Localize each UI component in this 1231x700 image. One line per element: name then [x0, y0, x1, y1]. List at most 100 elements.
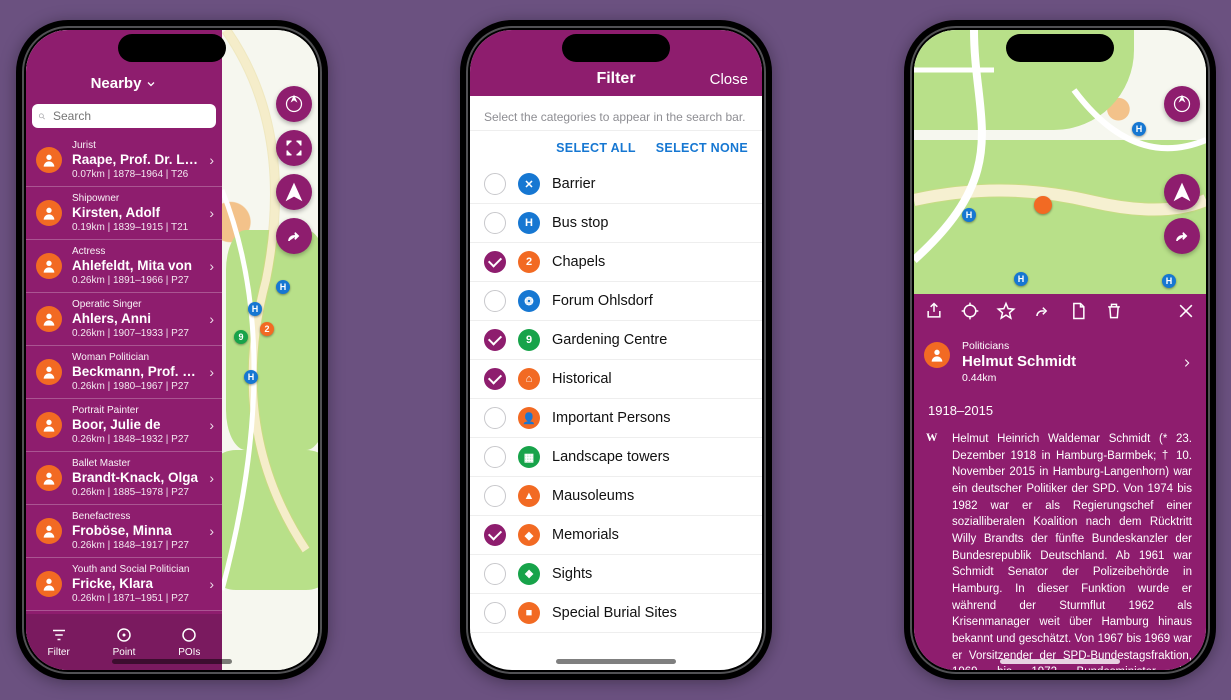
checkbox[interactable]	[484, 485, 506, 507]
item-name: Raape, Prof. Dr. Leo	[72, 152, 200, 167]
person-icon	[36, 200, 62, 226]
category-row[interactable]: ◆Memorials	[470, 516, 762, 555]
checkbox[interactable]	[484, 368, 506, 390]
detail-category: Politicians	[962, 340, 1180, 352]
item-meta: 0.26km | 1980–1967 | P27	[72, 381, 200, 392]
checkbox[interactable]	[484, 251, 506, 273]
list-item[interactable]: JuristRaape, Prof. Dr. Leo0.07km | 1878–…	[26, 134, 222, 187]
document-button[interactable]	[1068, 301, 1088, 326]
detail-bio: Helmut Heinrich Waldemar Schmidt (* 23. …	[952, 431, 1192, 670]
item-meta: 0.19km | 1839–1915 | T21	[72, 222, 200, 233]
category-label: Gardening Centre	[552, 332, 667, 348]
category-label: Sights	[552, 566, 592, 582]
close-detail-button[interactable]	[1176, 301, 1196, 326]
nearby-dropdown[interactable]: Nearby	[91, 75, 158, 92]
detail-distance: 0.44km	[962, 372, 1180, 384]
detail-map[interactable]: H H H H 9	[914, 30, 1206, 294]
checkbox[interactable]	[484, 329, 506, 351]
list-item[interactable]: Woman PoliticianBeckmann, Prof. E…0.26km…	[26, 346, 222, 399]
item-name: Kirsten, Adolf	[72, 205, 200, 220]
checkbox[interactable]	[484, 407, 506, 429]
checkbox[interactable]	[484, 212, 506, 234]
category-row[interactable]: ▦Landscape towers	[470, 438, 762, 477]
item-category: Jurist	[72, 140, 200, 151]
category-label: Bus stop	[552, 215, 608, 231]
list-item[interactable]: BenefactressFroböse, Minna0.26km | 1848–…	[26, 505, 222, 558]
pois-icon	[180, 626, 198, 644]
category-row[interactable]: ❂Forum Ohlsdorf	[470, 282, 762, 321]
category-row[interactable]: 👤Important Persons	[470, 399, 762, 438]
category-icon: ◆	[518, 524, 540, 546]
category-row[interactable]: ■Special Burial Sites	[470, 594, 762, 633]
item-category: Shipowner	[72, 193, 200, 204]
category-row[interactable]: 2Chapels	[470, 243, 762, 282]
wikipedia-icon: W	[926, 430, 938, 447]
checkbox[interactable]	[484, 446, 506, 468]
tab-filter-label: Filter	[48, 647, 70, 658]
category-row[interactable]: 9 Gardening Centre	[470, 321, 762, 360]
search-input[interactable]	[51, 108, 210, 124]
chevron-right-icon: ›	[209, 523, 214, 539]
close-button[interactable]: Close	[710, 71, 748, 88]
route-button[interactable]	[276, 218, 312, 254]
person-icon	[36, 518, 62, 544]
category-row[interactable]: ✕Barrier	[470, 165, 762, 204]
target-button[interactable]	[960, 301, 980, 326]
locate-button[interactable]	[1164, 174, 1200, 210]
compass-button[interactable]	[276, 86, 312, 122]
checkbox[interactable]	[484, 173, 506, 195]
person-icon	[36, 306, 62, 332]
checkbox[interactable]	[484, 602, 506, 624]
route-button[interactable]	[1164, 218, 1200, 254]
category-row[interactable]: H Bus stop	[470, 204, 762, 243]
checkbox[interactable]	[484, 524, 506, 546]
tab-point-label: Point	[113, 647, 136, 658]
search-field[interactable]	[32, 104, 216, 128]
detail-body[interactable]: 1918–2015 W Helmut Heinrich Waldemar Sch…	[914, 392, 1206, 670]
category-label: Important Persons	[552, 410, 670, 426]
list-item[interactable]: ShipownerKirsten, Adolf 0.19km | 1839–191…	[26, 187, 222, 240]
share-button[interactable]	[924, 301, 944, 326]
list-item[interactable]: Youth and Social PoliticianFricke, Klara…	[26, 558, 222, 611]
checkbox[interactable]	[484, 563, 506, 585]
category-label: Chapels	[552, 254, 605, 270]
category-icon: H	[518, 212, 540, 234]
nearby-list[interactable]: JuristRaape, Prof. Dr. Leo0.07km | 1878–…	[26, 134, 222, 614]
person-icon	[36, 359, 62, 385]
redo-button[interactable]	[1032, 301, 1052, 326]
tab-filter[interactable]: Filter	[26, 614, 91, 670]
phone-filter: Filter Close Select the categories to ap…	[460, 20, 772, 680]
person-icon	[36, 465, 62, 491]
category-list[interactable]: ✕Barrier H Bus stop 2Chapels❂Forum Ohlsdorf…	[470, 165, 762, 670]
checkbox[interactable]	[484, 290, 506, 312]
list-item[interactable]: Operatic SingerAhlers, Anni0.26km | 1907…	[26, 293, 222, 346]
category-icon: ⌂	[518, 368, 540, 390]
category-label: Historical	[552, 371, 612, 387]
category-row[interactable]: ▲Mausoleums	[470, 477, 762, 516]
locate-button[interactable]	[276, 174, 312, 210]
item-name: Ahlefeldt, Mita von	[72, 258, 200, 273]
list-item[interactable]: Portrait PainterBoor, Julie de0.26km | 1…	[26, 399, 222, 452]
phone-nearby: H 9 2 H H Nearby JuristRaape, Prof. Dr.	[16, 20, 328, 680]
list-item[interactable]: ActressAhlefeldt, Mita von0.26km | 1891–…	[26, 240, 222, 293]
detail-header[interactable]: Politicians Helmut Schmidt 0.44km	[914, 332, 1206, 394]
fullscreen-button[interactable]	[276, 130, 312, 166]
search-icon	[38, 110, 46, 123]
person-icon	[36, 147, 62, 173]
category-label: Landscape towers	[552, 449, 670, 465]
category-icon: 9	[518, 329, 540, 351]
category-icon: ❖	[518, 563, 540, 585]
category-label: Special Burial Sites	[552, 605, 677, 621]
chevron-right-icon: ›	[209, 470, 214, 486]
compass-button[interactable]	[1164, 86, 1200, 122]
select-none-button[interactable]: SELECT NONE	[656, 141, 748, 155]
item-meta: 0.26km | 1848–1917 | P27	[72, 540, 200, 551]
category-row[interactable]: ❖ Sights	[470, 555, 762, 594]
delete-button[interactable]	[1104, 301, 1124, 326]
item-category: Ballet Master	[72, 458, 200, 469]
select-all-button[interactable]: SELECT ALL	[556, 141, 636, 155]
favorite-button[interactable]	[996, 301, 1016, 326]
list-item[interactable]: Ballet MasterBrandt-Knack, Olga0.26km | …	[26, 452, 222, 505]
category-row[interactable]: ⌂ Historical	[470, 360, 762, 399]
point-icon	[115, 626, 133, 644]
